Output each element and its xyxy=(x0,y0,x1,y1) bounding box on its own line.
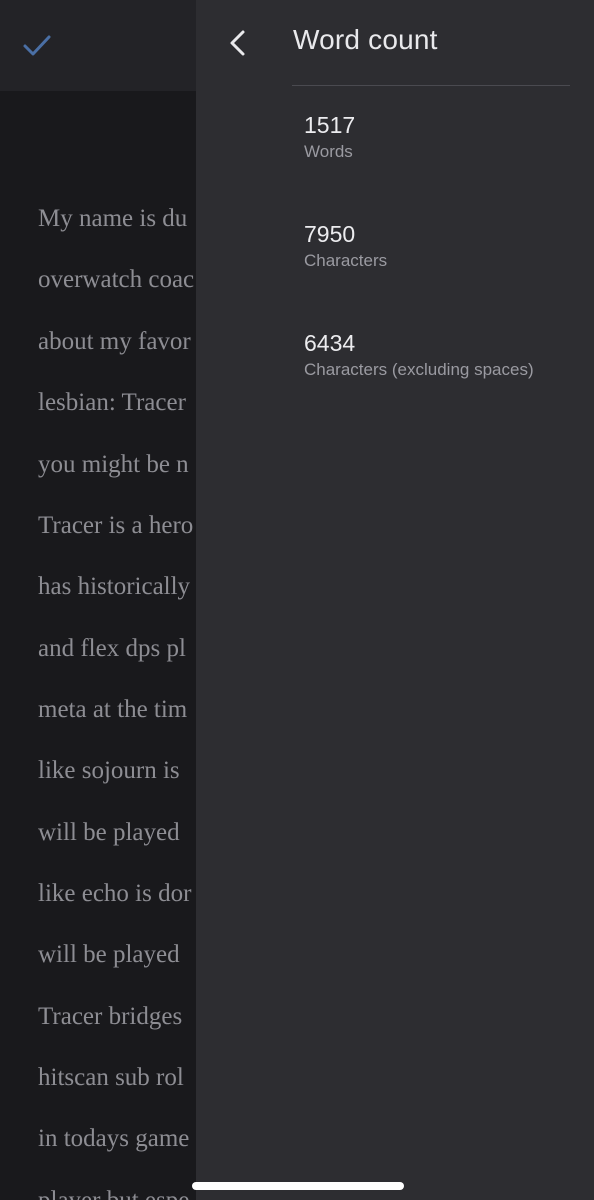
document-line: overwatch coac xyxy=(38,266,195,293)
document-line: meta at the tim xyxy=(38,696,188,723)
document-line: has historically xyxy=(38,573,191,600)
document-line: will be played xyxy=(38,941,180,968)
document-line: about my favor xyxy=(38,328,191,355)
chevron-left-icon[interactable] xyxy=(224,26,252,60)
document-line: like sojourn is xyxy=(38,757,180,784)
stat-value: 1517 xyxy=(304,112,356,138)
stat-label: Words xyxy=(304,142,353,161)
stat-label: Characters xyxy=(304,251,388,270)
document-line: and flex dps pl xyxy=(38,635,186,662)
document-line: in todays game xyxy=(38,1125,190,1152)
document-line: player but espe xyxy=(38,1187,189,1200)
stat-characters: 7950 Characters xyxy=(304,220,387,273)
stat-value: 7950 xyxy=(304,221,356,247)
document-line: Tracer is a hero xyxy=(38,512,194,539)
check-icon[interactable] xyxy=(22,30,52,60)
document-line: like echo is dor xyxy=(38,880,192,907)
document-line: Tracer bridges xyxy=(38,1003,183,1030)
stat-value: 6434 xyxy=(304,330,356,356)
document-line: lesbian: Tracer xyxy=(38,389,186,416)
stat-label: Characters (excluding spaces) xyxy=(304,360,534,379)
word-count-panel: Word count 1517 Words 7950 Characters 64… xyxy=(196,0,594,1200)
panel-title: Word count xyxy=(293,24,438,55)
document-line: will be played xyxy=(38,819,180,846)
document-body[interactable]: My name is du overwatch coac about my fa… xyxy=(0,91,196,1200)
stat-words: 1517 Words xyxy=(304,111,355,164)
document-line: you might be n xyxy=(38,451,189,478)
stat-characters-no-spaces: 6434 Characters (excluding spaces) xyxy=(304,329,534,382)
document-toolbar xyxy=(0,0,196,91)
divider xyxy=(292,85,570,86)
document-line: My name is du xyxy=(38,205,188,232)
document-line: hitscan sub rol xyxy=(38,1064,184,1091)
home-indicator[interactable] xyxy=(192,1182,404,1190)
